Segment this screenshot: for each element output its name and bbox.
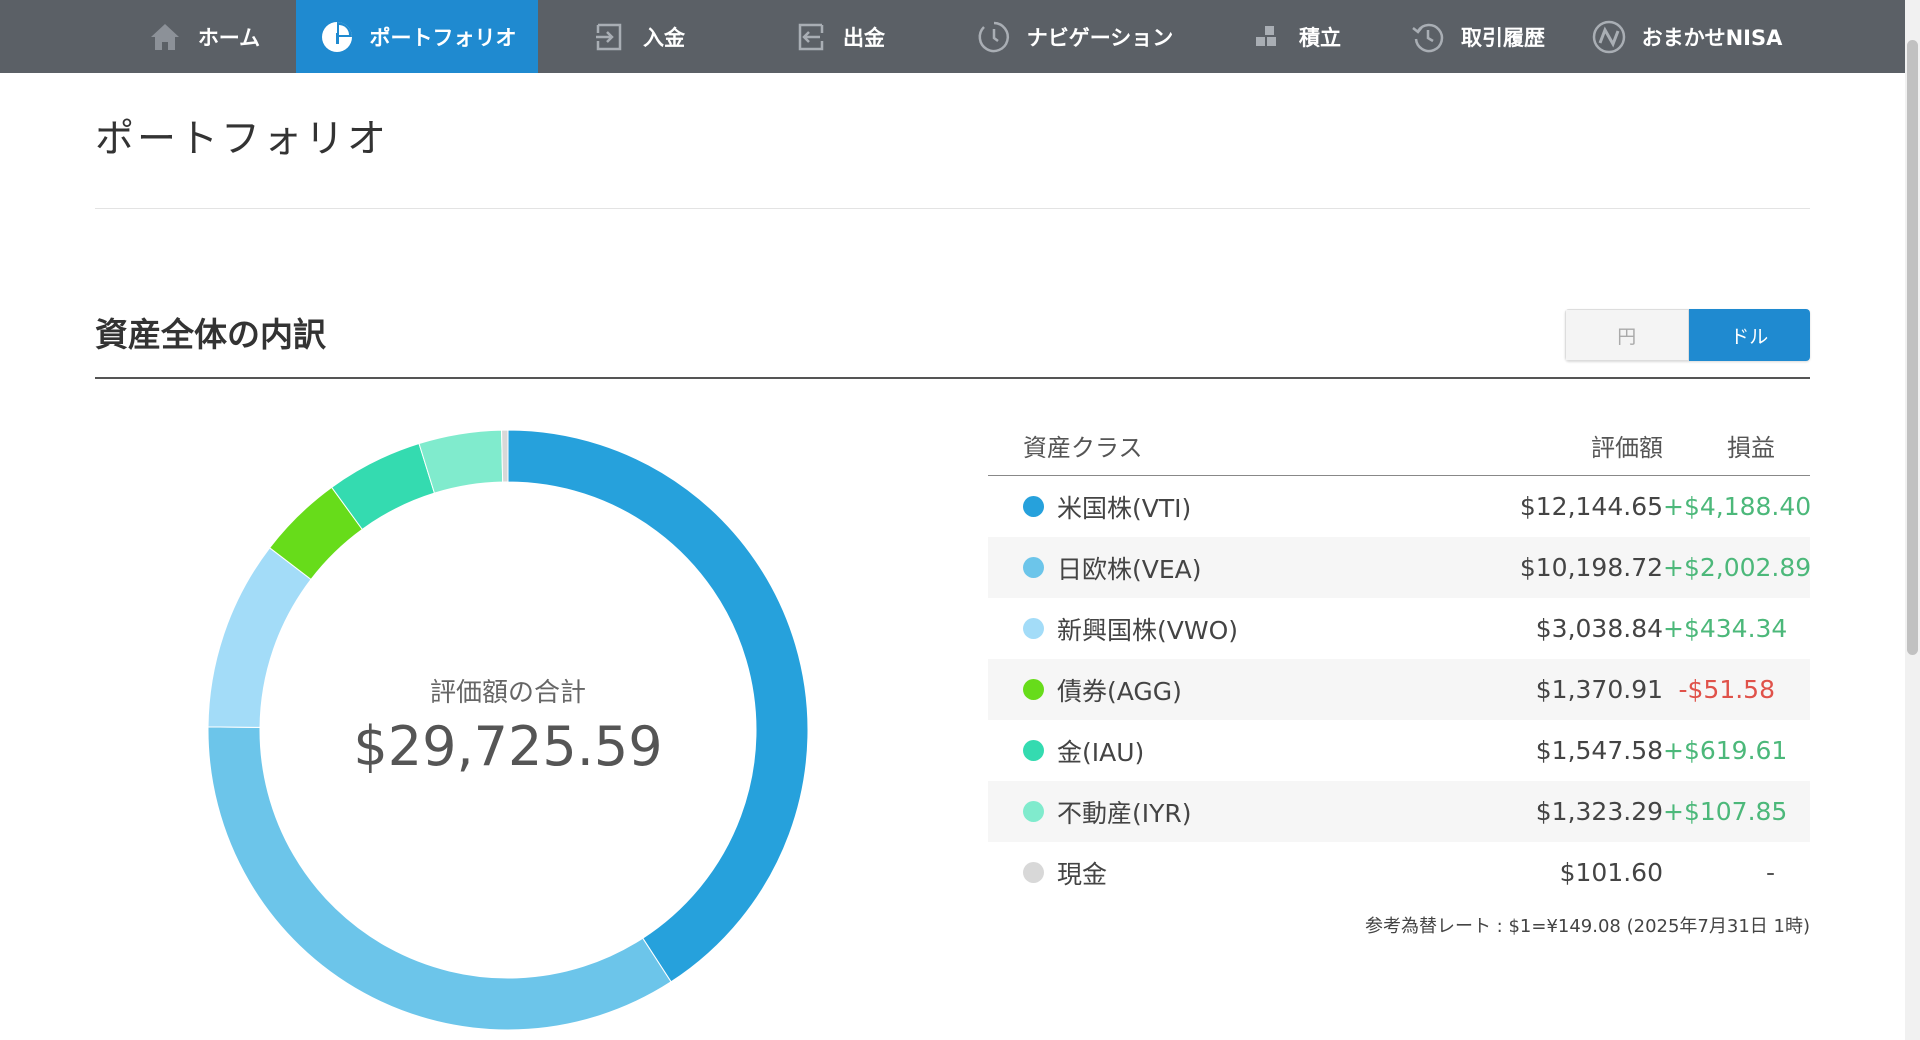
table-body: 米国株(VTI) $12,144.65 +$4,188.40 日欧株(VEA) $10,…	[988, 476, 1812, 903]
asset-value: $12,144.65	[1519, 492, 1663, 521]
asset-pl: -	[1765, 858, 1775, 887]
table-row: 不動産(IYR) $1,323.29 +$107.85	[988, 781, 1810, 842]
pie-chart-icon	[318, 18, 356, 56]
legend-dot	[1023, 740, 1044, 761]
legend-dot	[1023, 801, 1044, 822]
top-navigation: ホーム ポートフォリオ 入金 出金 ナビゲーション 積立 取引履歴 おまかせNI…	[0, 0, 1905, 73]
exchange-rate-note: 参考為替レート : $1=¥149.08 (2025年7月31日 1時)	[1364, 916, 1810, 937]
nav-item-label: ポートフォリオ	[369, 25, 517, 50]
asset-name: 不動産(IYR)	[1057, 798, 1192, 828]
table-row: 現金 $101.60 -	[988, 842, 1810, 903]
header-value: 評価額	[1591, 433, 1663, 462]
asset-value: $10,198.72	[1519, 553, 1663, 582]
title-divider	[95, 208, 1810, 209]
asset-value: $1,323.29	[1535, 797, 1663, 826]
table-row: 米国株(VTI) $12,144.65 +$4,188.40	[988, 476, 1812, 537]
header-asset-class: 資産クラス	[1023, 433, 1143, 462]
nav-item-label: ホーム	[197, 25, 261, 50]
yen-toggle-button[interactable]: 円	[1565, 309, 1689, 361]
asset-name: 米国株(VTI)	[1057, 493, 1192, 523]
asset-class-table: 資産クラス 評価額 損益 米国株(VTI) $12,144.65 +$4,188.4…	[988, 415, 1812, 903]
nav-item-label: おまかせNISA	[1641, 25, 1783, 50]
asset-value: $1,547.58	[1535, 736, 1663, 765]
nav-item-label: ナビゲーション	[1026, 25, 1174, 50]
asset-name-cell: 債券(AGG)	[988, 672, 1413, 708]
nav-item-tsumitate[interactable]: 積立	[1210, 0, 1378, 73]
total-value-amount: $29,725.59	[353, 715, 663, 778]
asset-name: 新興国株(VWO)	[1057, 615, 1239, 645]
section-title: 資産全体の内訳	[95, 315, 326, 354]
asset-name-cell: 米国株(VTI)	[988, 489, 1413, 525]
table-row: 債券(AGG) $1,370.91 -$51.58	[988, 659, 1810, 720]
asset-name: 債券(AGG)	[1057, 676, 1182, 706]
asset-name-cell: 不動産(IYR)	[988, 794, 1413, 830]
nisa-logo-icon	[1590, 18, 1628, 56]
nav-item-label: 出金	[843, 25, 885, 50]
table-header-row: 資産クラス 評価額 損益	[988, 415, 1810, 476]
asset-value: $101.60	[1559, 858, 1663, 887]
nav-item-label: 積立	[1299, 25, 1341, 50]
asset-pl: +$4,188.40	[1663, 492, 1812, 521]
nav-item-label: 入金	[643, 25, 685, 50]
donut-slice[interactable]	[418, 429, 504, 494]
donut-slice[interactable]	[501, 429, 509, 483]
nav-item-history[interactable]: 取引履歴	[1378, 0, 1576, 73]
asset-pl: +$434.34	[1663, 614, 1788, 643]
dollar-toggle-button[interactable]: ドル	[1688, 309, 1810, 361]
nav-item-navigation[interactable]: ナビゲーション	[938, 0, 1210, 73]
header-pl: 損益	[1727, 433, 1775, 462]
nav-item-omakase-nisa[interactable]: おまかせNISA	[1576, 0, 1796, 73]
history-icon	[1409, 18, 1447, 56]
withdraw-icon	[791, 18, 829, 56]
asset-pl: +$619.61	[1663, 736, 1788, 765]
currency-toggle: 円 ドル	[1565, 309, 1810, 361]
asset-value: $1,370.91	[1535, 675, 1663, 704]
table-row: 新興国株(VWO) $3,038.84 +$434.34	[988, 598, 1810, 659]
asset-name: 日欧株(VEA)	[1057, 554, 1202, 584]
page-scrollbar[interactable]	[1905, 0, 1920, 1040]
asset-name: 現金	[1057, 859, 1108, 889]
asset-value: $3,038.84	[1535, 614, 1663, 643]
nav-item-home[interactable]: ホーム	[110, 0, 296, 73]
navigation-clock-icon	[975, 18, 1013, 56]
legend-dot	[1023, 679, 1044, 700]
page-title: ポートフォリオ	[95, 117, 390, 162]
nav-item-label: 取引履歴	[1461, 25, 1545, 50]
nav-item-withdraw[interactable]: 出金	[738, 0, 938, 73]
nav-item-portfolio[interactable]: ポートフォリオ	[296, 0, 538, 73]
legend-dot	[1023, 496, 1044, 517]
asset-name: 金(IAU)	[1057, 737, 1145, 767]
legend-dot	[1023, 862, 1044, 883]
table-row: 日欧株(VEA) $10,198.72 +$2,002.89	[988, 537, 1812, 598]
scrollbar-thumb[interactable]	[1907, 40, 1918, 655]
asset-name-cell: 日欧株(VEA)	[988, 550, 1413, 586]
legend-dot	[1023, 618, 1044, 639]
home-icon	[146, 18, 184, 56]
asset-name-cell: 現金	[988, 855, 1413, 891]
nav-item-deposit[interactable]: 入金	[538, 0, 738, 73]
asset-pl: +$107.85	[1663, 797, 1788, 826]
total-value-label: 評価額の合計	[429, 678, 586, 708]
asset-pl: +$2,002.89	[1663, 553, 1812, 582]
table-row: 金(IAU) $1,547.58 +$619.61	[988, 720, 1810, 781]
blocks-icon	[1247, 18, 1285, 56]
section-divider	[95, 377, 1810, 379]
asset-name-cell: 新興国株(VWO)	[988, 611, 1413, 647]
legend-dot	[1023, 557, 1044, 578]
asset-name-cell: 金(IAU)	[988, 733, 1413, 769]
deposit-icon	[591, 18, 629, 56]
asset-pl: -$51.58	[1678, 675, 1776, 704]
